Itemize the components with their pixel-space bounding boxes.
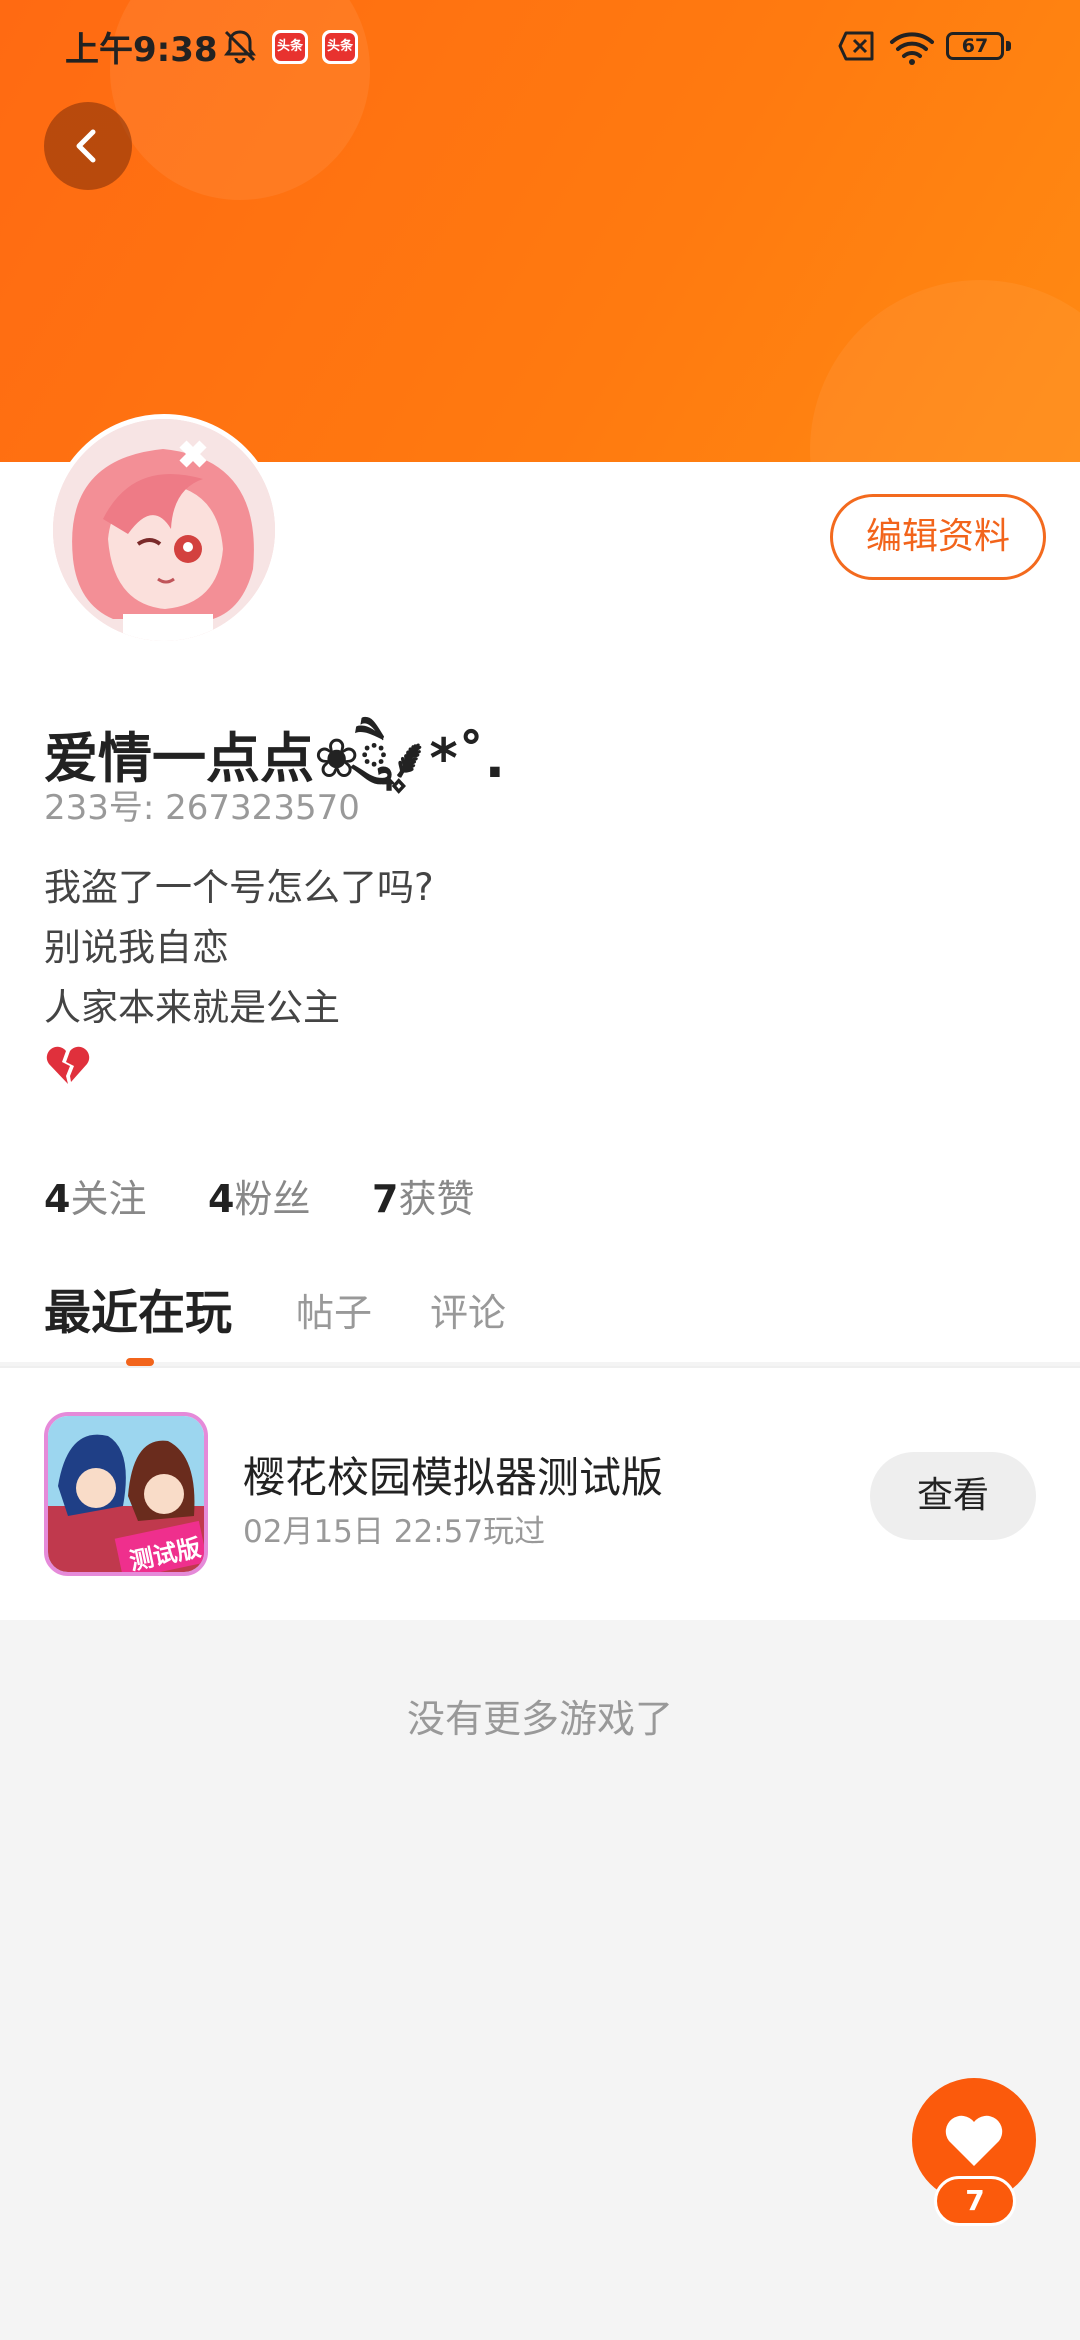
tab-active-indicator — [126, 1358, 154, 1366]
tab-posts[interactable]: 帖子 — [296, 1282, 372, 1337]
avatar[interactable] — [48, 414, 280, 646]
list-item[interactable]: 测试版 樱花校园模拟器测试版 02月15日 22:57玩过 查看 — [0, 1368, 1080, 1620]
avatar-illustration — [53, 419, 275, 641]
decor-circle — [810, 280, 1080, 462]
game-artwork: 测试版 — [48, 1416, 204, 1572]
game-last-played: 02月15日 22:57玩过 — [243, 1514, 546, 1550]
heart-icon — [945, 2115, 1003, 2166]
bio-line: 人家本来就是公主 — [44, 986, 340, 1029]
status-time: 上午9:38 — [65, 30, 218, 70]
like-count-badge: 7 — [934, 2176, 1016, 2226]
view-game-button[interactable]: 查看 — [870, 1452, 1036, 1540]
status-bar: 上午9:38 头条 头条 67 — [0, 0, 1080, 100]
broken-heart-icon — [46, 1046, 90, 1084]
stat-likes[interactable]: 7获赞 — [372, 1168, 474, 1223]
profile-bio: 我盗了一个号怎么了吗? 别说我自恋 人家本来就是公主 — [44, 858, 434, 1038]
toutiao-notification-icon: 头条 — [322, 30, 358, 64]
list-end-note: 没有更多游戏了 — [406, 1697, 673, 1741]
battery-level: 67 — [961, 35, 989, 57]
battery-icon: 67 — [946, 30, 1014, 62]
toutiao-notification-icon: 头条 — [272, 30, 308, 64]
edit-profile-button[interactable]: 编辑资料 — [830, 494, 1046, 580]
chevron-left-icon — [76, 129, 96, 163]
profile-tabs: 最近在玩 帖子 评论 — [0, 1270, 1080, 1366]
sim-off-icon — [838, 31, 874, 61]
game-title: 樱花校园模拟器测试版 — [243, 1453, 664, 1502]
back-button[interactable] — [44, 102, 132, 190]
bio-line: 别说我自恋 — [44, 926, 229, 969]
profile-uid: 233号: 267323570 — [44, 788, 360, 828]
bell-off-icon — [224, 30, 256, 64]
tab-recently-played[interactable]: 最近在玩 — [44, 1274, 232, 1343]
bio-line: 我盗了一个号怎么了吗? — [44, 866, 434, 909]
stat-following[interactable]: 4关注 — [44, 1168, 146, 1223]
tab-comments[interactable]: 评论 — [430, 1282, 506, 1337]
wifi-icon — [890, 32, 934, 65]
stat-followers[interactable]: 4粉丝 — [208, 1168, 310, 1223]
game-icon: 测试版 — [44, 1412, 208, 1576]
